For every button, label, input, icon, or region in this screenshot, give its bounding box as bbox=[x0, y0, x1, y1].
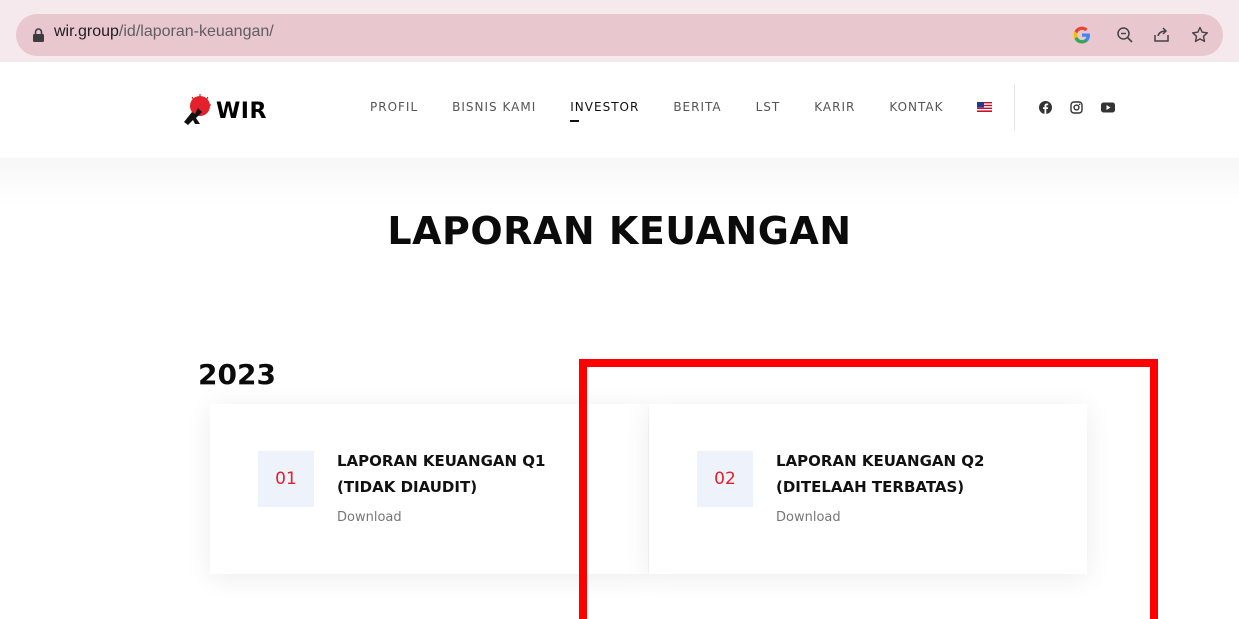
facebook-icon[interactable] bbox=[1039, 101, 1052, 114]
page-title: LAPORAN KEUANGAN bbox=[387, 209, 852, 253]
nav-divider bbox=[1014, 84, 1015, 130]
nav-bisnis-kami[interactable]: BISNIS KAMI bbox=[452, 100, 536, 114]
main-nav: PROFIL BISNIS KAMI INVESTOR BERITA LST K… bbox=[370, 100, 993, 122]
download-link-q2[interactable]: Download bbox=[776, 510, 841, 525]
url-path: /id/laporan-keuangan/ bbox=[118, 23, 274, 40]
nav-profil[interactable]: PROFIL bbox=[370, 100, 418, 114]
report-title-line2: (DITELAAH TERBATAS) bbox=[776, 478, 965, 496]
nav-berita[interactable]: BERITA bbox=[673, 100, 721, 114]
url-text[interactable]: wir.group/id/laporan-keuangan/ bbox=[54, 23, 274, 41]
download-link-q1[interactable]: Download bbox=[337, 510, 402, 525]
report-number: 01 bbox=[258, 451, 314, 507]
nav-karir[interactable]: KARIR bbox=[814, 100, 855, 114]
youtube-icon[interactable] bbox=[1101, 102, 1115, 113]
wir-logo-icon bbox=[184, 94, 211, 125]
nav-investor[interactable]: INVESTOR bbox=[570, 100, 639, 122]
year-heading: 2023 bbox=[198, 358, 276, 391]
url-host: wir.group bbox=[54, 23, 119, 40]
site-logo[interactable]: WIR bbox=[178, 94, 267, 128]
report-title-line1: LAPORAN KEUANGAN Q2 bbox=[776, 452, 985, 470]
nav-kontak[interactable]: KONTAK bbox=[889, 100, 943, 114]
report-card-q2[interactable]: 02 LAPORAN KEUANGAN Q2 (DITELAAH TERBATA… bbox=[649, 404, 1087, 574]
instagram-icon[interactable] bbox=[1070, 101, 1083, 114]
site-header: WIR PROFIL BISNIS KAMI INVESTOR BERITA L… bbox=[0, 62, 1239, 158]
report-number: 02 bbox=[697, 451, 753, 507]
report-card-q1[interactable]: 01 LAPORAN KEUANGAN Q1 (TIDAK DIAUDIT) D… bbox=[210, 404, 648, 574]
lock-icon[interactable] bbox=[32, 28, 45, 42]
star-icon[interactable] bbox=[1190, 25, 1210, 45]
report-title-line2: (TIDAK DIAUDIT) bbox=[337, 478, 478, 496]
title-band bbox=[0, 158, 1239, 204]
address-bar[interactable]: wir.group/id/laporan-keuangan/ bbox=[16, 14, 1223, 56]
browser-toolbar: wir.group/id/laporan-keuangan/ bbox=[0, 0, 1239, 62]
report-title-line1: LAPORAN KEUANGAN Q1 bbox=[337, 452, 546, 470]
logo-text: WIR bbox=[216, 98, 267, 124]
us-flag-icon[interactable] bbox=[977, 102, 993, 112]
social-links bbox=[1039, 101, 1115, 114]
report-title: LAPORAN KEUANGAN Q1 (TIDAK DIAUDIT) bbox=[337, 448, 545, 500]
nav-lst[interactable]: LST bbox=[756, 100, 781, 114]
report-title: LAPORAN KEUANGAN Q2 (DITELAAH TERBATAS) bbox=[776, 448, 984, 500]
google-icon[interactable] bbox=[1072, 25, 1092, 45]
share-icon[interactable] bbox=[1152, 25, 1172, 45]
zoom-icon[interactable] bbox=[1115, 25, 1135, 45]
